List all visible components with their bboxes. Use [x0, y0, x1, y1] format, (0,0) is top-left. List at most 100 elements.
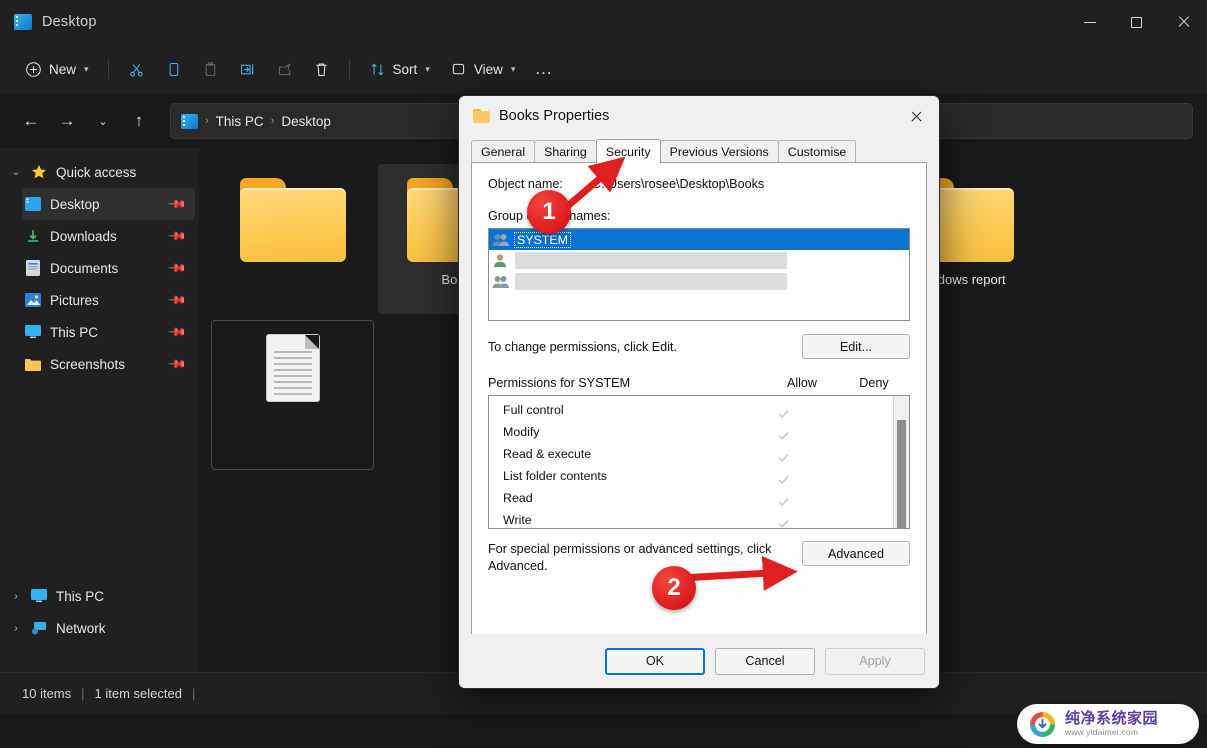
up-button[interactable]: ↑	[122, 104, 156, 138]
permission-row[interactable]: Full control	[489, 399, 893, 421]
breadcrumb-item-desktop[interactable]: Desktop	[281, 114, 331, 129]
advanced-hint-row: For special permissions or advanced sett…	[488, 541, 910, 574]
file-tile[interactable]	[211, 164, 374, 314]
allow-checkbox[interactable]	[749, 404, 821, 417]
recent-locations-button[interactable]: ⌄	[86, 104, 120, 138]
advanced-button[interactable]: Advanced	[802, 541, 910, 566]
new-button[interactable]: New ▾	[16, 52, 98, 86]
rename-button[interactable]	[230, 52, 265, 86]
sidebar-item-pictures[interactable]: Pictures 📌	[22, 284, 195, 316]
forward-button[interactable]: →	[50, 104, 84, 138]
status-divider-2: |	[191, 686, 196, 701]
chevron-right-icon[interactable]: ›	[4, 591, 28, 602]
dialog-title-bar: Books Properties	[459, 96, 939, 136]
permission-row[interactable]: Read	[489, 487, 893, 509]
desktop-icon	[14, 14, 32, 30]
delete-button[interactable]	[304, 52, 339, 86]
list-item-redacted-1[interactable]	[489, 250, 909, 271]
group-user-list[interactable]: SYSTEM	[488, 228, 910, 321]
list-item-system[interactable]: SYSTEM	[489, 229, 909, 250]
pin-icon[interactable]: 📌	[167, 322, 187, 342]
scrollbar-thumb[interactable]	[897, 420, 906, 528]
download-icon	[22, 228, 44, 244]
tab-label: Sharing	[544, 144, 587, 159]
sidebar-root-network[interactable]: › Network	[4, 612, 195, 644]
watermark-badge: 纯净系统家园 www.yidaimei.com	[1017, 704, 1199, 744]
object-name-row: Object name: C:\Users\rosee\Desktop\Book…	[488, 177, 910, 191]
permission-row[interactable]: Modify	[489, 421, 893, 443]
sidebar-group-quick-access[interactable]: ⌄ Quick access	[4, 156, 195, 188]
file-tile-document[interactable]	[211, 320, 374, 470]
minimize-button[interactable]	[1066, 0, 1113, 44]
allow-checkbox[interactable]	[749, 470, 821, 483]
breadcrumb-item-this-pc[interactable]: This PC	[216, 114, 264, 129]
dialog-close-button[interactable]	[893, 96, 939, 136]
pin-icon[interactable]: 📌	[167, 290, 187, 310]
permissions-list[interactable]: Full control Modify Read & execute List …	[488, 395, 910, 529]
desktop-icon	[22, 197, 44, 211]
tab-security[interactable]: Security	[595, 139, 661, 163]
toolbar-divider-2	[348, 59, 350, 79]
copy-button[interactable]	[156, 52, 191, 86]
permissions-scrollbar[interactable]	[893, 396, 909, 528]
share-button[interactable]	[267, 52, 302, 86]
share-icon	[278, 62, 291, 75]
allow-checkbox[interactable]	[749, 426, 821, 439]
sort-button[interactable]: Sort ▾	[360, 52, 439, 86]
sidebar-item-documents[interactable]: Documents 📌	[22, 252, 195, 284]
allow-checkbox[interactable]	[749, 448, 821, 461]
status-item-count: 10 items	[22, 686, 72, 701]
tab-previous-versions[interactable]: Previous Versions	[659, 140, 779, 162]
sidebar-root-label: This PC	[56, 588, 105, 604]
close-button[interactable]	[1160, 0, 1207, 44]
sidebar-item-desktop[interactable]: Desktop 📌	[22, 188, 195, 220]
maximize-button[interactable]	[1113, 0, 1160, 44]
close-icon	[910, 110, 923, 123]
permission-label: Write	[503, 513, 532, 527]
sidebar-item-screenshots[interactable]: Screenshots 📌	[22, 348, 195, 380]
status-divider: |	[81, 686, 85, 701]
chevron-down-icon[interactable]: ⌄	[4, 167, 28, 178]
tab-sharing[interactable]: Sharing	[534, 140, 597, 162]
pin-icon[interactable]: 📌	[167, 258, 187, 278]
chevron-right-icon[interactable]: ›	[4, 623, 28, 634]
ok-button[interactable]: OK	[605, 647, 705, 675]
list-item-redacted-2[interactable]	[489, 271, 909, 292]
tab-label: Previous Versions	[669, 144, 769, 159]
tab-customise[interactable]: Customise	[777, 140, 857, 162]
star-icon	[28, 164, 50, 180]
view-button[interactable]: View ▾	[441, 52, 525, 86]
pin-icon[interactable]: 📌	[167, 226, 187, 246]
permission-label: Read	[503, 491, 533, 505]
object-name-value: C:\Users\rosee\Desktop\Books	[592, 177, 765, 191]
redacted-value	[515, 252, 787, 269]
paste-button[interactable]	[193, 52, 228, 86]
ellipsis-icon: ...	[535, 59, 553, 78]
more-options-button[interactable]: ...	[526, 52, 561, 86]
permission-row[interactable]: List folder contents	[489, 465, 893, 487]
pin-icon[interactable]: 📌	[167, 354, 187, 374]
pin-icon[interactable]: 📌	[167, 194, 187, 214]
sidebar-root-this-pc[interactable]: › This PC	[4, 580, 195, 612]
sidebar-item-downloads[interactable]: Downloads 📌	[22, 220, 195, 252]
edit-button[interactable]: Edit...	[802, 334, 910, 359]
permission-row[interactable]: Write	[489, 509, 893, 528]
sidebar-group-label: Quick access	[56, 164, 137, 180]
tab-label: Security	[605, 144, 651, 159]
tab-general[interactable]: General	[471, 140, 536, 162]
sidebar-item-this-pc[interactable]: This PC 📌	[22, 316, 195, 348]
allow-checkbox[interactable]	[749, 514, 821, 527]
chevron-right-icon: ›	[270, 115, 275, 127]
watermark-name: 纯净系统家园	[1065, 710, 1159, 728]
cancel-button[interactable]: Cancel	[715, 647, 815, 675]
sidebar-item-label: Documents	[50, 260, 119, 276]
folder-icon	[239, 178, 346, 262]
permission-row[interactable]: Read & execute	[489, 443, 893, 465]
allow-checkbox[interactable]	[749, 492, 821, 505]
document-icon	[266, 335, 319, 401]
list-item-label: SYSTEM	[514, 231, 571, 248]
back-button[interactable]: ←	[14, 104, 48, 138]
apply-button[interactable]: Apply	[825, 647, 925, 675]
cut-button[interactable]	[119, 52, 154, 86]
edit-hint-text: To change permissions, click Edit.	[488, 339, 677, 354]
